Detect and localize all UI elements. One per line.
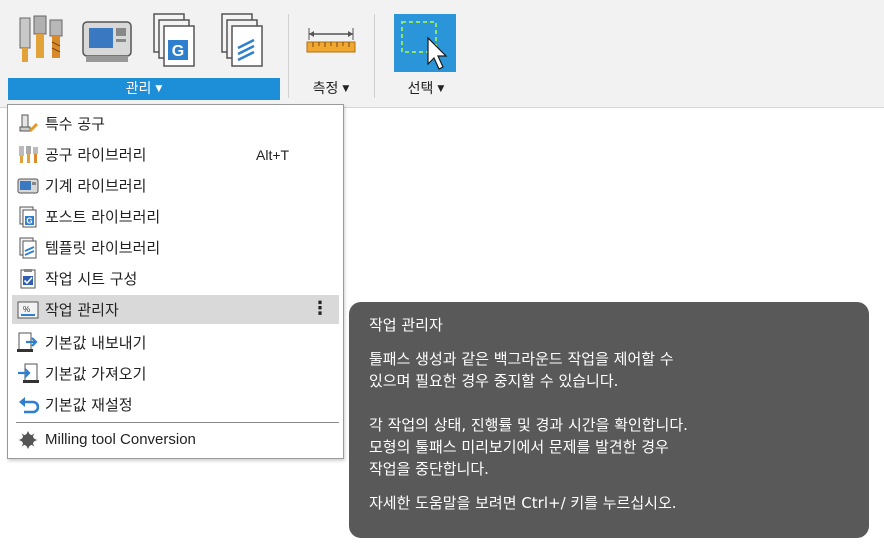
- machine-library-icon: [17, 178, 39, 193]
- menu-item-shortcut: Alt+T: [256, 146, 290, 163]
- svg-text:G: G: [26, 216, 32, 225]
- tooltip-help-hint: 자세한 도움말을 보려면 Ctrl+/ 키를 누르십시오.: [369, 494, 677, 512]
- template-library-icon[interactable]: [216, 12, 270, 70]
- select-cursor-icon[interactable]: [394, 14, 456, 72]
- select-group-label: 선택: [407, 81, 434, 97]
- task-manager-icon: %: [17, 301, 39, 318]
- measure-group-button[interactable]: 측정 ▼: [296, 78, 366, 100]
- manage-group-label: 관리: [125, 81, 152, 97]
- export-defaults-icon: [17, 332, 38, 352]
- measure-group-label: 측정: [312, 81, 339, 97]
- menu-item-label: 기본값 가져오기: [45, 365, 147, 383]
- caret-down-icon: ▼: [155, 84, 163, 94]
- tooltip-text-line: 있으며 필요한 경우 중지할 수 있습니다.: [369, 372, 619, 390]
- manage-dropdown-menu: 특수 공구 공구 라이브러리 Alt+T 기계 라이브러리 G 포스트 라이브러…: [7, 104, 344, 459]
- reset-defaults-icon: [19, 396, 39, 413]
- menu-item-label: Milling tool Conversion: [45, 431, 196, 448]
- menu-item-task-manager[interactable]: % 작업 관리자 ⋮: [12, 295, 339, 324]
- manage-group: G 관리 ▼: [8, 0, 280, 104]
- menu-item-label: 기계 라이브러리: [45, 177, 147, 195]
- tool-library-icon[interactable]: [16, 12, 70, 70]
- tooltip-text-line: 각 작업의 상태, 진행률 및 경과 시간을 확인합니다.: [369, 416, 688, 434]
- special-tool-icon: [19, 114, 39, 132]
- menu-item-label: 템플릿 라이브러리: [45, 239, 161, 257]
- template-library-icon: [19, 237, 37, 258]
- menu-item-label: 작업 시트 구성: [45, 270, 138, 288]
- select-group-button[interactable]: 선택 ▼: [386, 78, 466, 100]
- ribbon-separator: [374, 14, 375, 98]
- menu-item-setup-sheet[interactable]: 작업 시트 구성: [12, 264, 339, 293]
- menu-item-label: 기본값 재설정: [45, 396, 133, 414]
- manage-group-button[interactable]: 관리 ▼: [8, 78, 280, 100]
- tool-library-icon: [19, 145, 38, 163]
- select-group: 선택 ▼: [386, 0, 466, 104]
- tooltip-spacer: [369, 392, 849, 414]
- svg-text:%: %: [23, 305, 30, 314]
- menu-item-reset-defaults[interactable]: 기본값 재설정: [12, 390, 339, 419]
- menu-item-special-tool[interactable]: 특수 공구: [12, 109, 339, 138]
- menu-item-machine-library[interactable]: 기계 라이브러리: [12, 171, 339, 200]
- menu-divider: [16, 422, 339, 423]
- post-library-icon[interactable]: G: [148, 12, 202, 70]
- setup-sheet-icon: [20, 268, 36, 288]
- menu-item-template-library[interactable]: 템플릿 라이브러리: [12, 233, 339, 262]
- more-options-icon[interactable]: ⋮: [311, 299, 329, 319]
- menu-item-label: 공구 라이브러리: [45, 146, 147, 164]
- menu-item-export-defaults[interactable]: 기본값 내보내기: [12, 328, 339, 357]
- menu-item-label: 특수 공구: [45, 115, 105, 133]
- tooltip-title: 작업 관리자: [369, 316, 443, 334]
- caret-down-icon: ▼: [437, 84, 445, 94]
- post-library-icon: G: [19, 206, 37, 227]
- menu-item-tool-library[interactable]: 공구 라이브러리 Alt+T: [12, 140, 339, 169]
- menu-item-post-library[interactable]: G 포스트 라이브러리: [12, 202, 339, 231]
- caret-down-icon: ▼: [342, 84, 350, 94]
- tooltip-text-line: 툴패스 생성과 같은 백그라운드 작업을 제어할 수: [369, 350, 674, 368]
- ruler-icon[interactable]: [304, 12, 358, 70]
- milling-conversion-icon: [19, 430, 37, 449]
- import-defaults-icon: [18, 363, 39, 383]
- machine-library-icon[interactable]: [80, 12, 134, 70]
- tooltip-text-line: 작업을 중단합니다.: [369, 460, 489, 478]
- ribbon-toolbar: G 관리 ▼ 측정 ▼ 선택 ▼: [0, 0, 884, 108]
- menu-item-import-defaults[interactable]: 기본값 가져오기: [12, 359, 339, 388]
- svg-text:G: G: [172, 43, 184, 60]
- task-manager-tooltip: 작업 관리자 툴패스 생성과 같은 백그라운드 작업을 제어할 수 있으며 필요…: [349, 302, 869, 538]
- measure-group: 측정 ▼: [296, 0, 366, 104]
- menu-item-milling-conversion[interactable]: Milling tool Conversion: [12, 425, 339, 454]
- menu-item-label: 작업 관리자: [45, 301, 119, 319]
- ribbon-separator: [288, 14, 289, 98]
- menu-item-label: 기본값 내보내기: [45, 334, 147, 352]
- menu-item-label: 포스트 라이브러리: [45, 208, 161, 226]
- tooltip-text-line: 모형의 툴패스 미리보기에서 문제를 발견한 경우: [369, 438, 669, 456]
